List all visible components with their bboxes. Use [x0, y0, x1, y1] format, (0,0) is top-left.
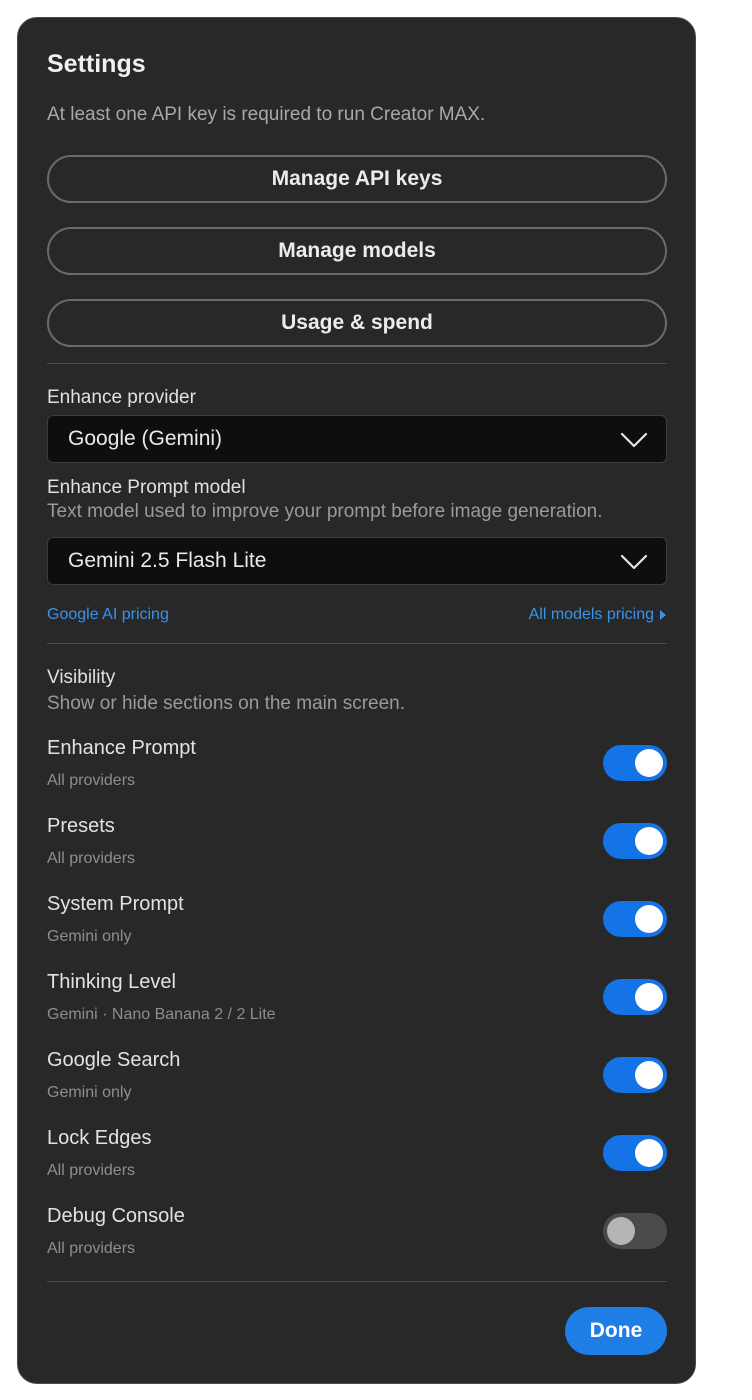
usage-spend-button[interactable]: Usage & spend	[47, 299, 667, 347]
enhance-prompt-model-value: Gemini 2.5 Flash Lite	[68, 549, 267, 572]
toggle-knob	[635, 983, 663, 1011]
enhance-provider-value: Google (Gemini)	[68, 427, 223, 450]
visibility-item-label: System Prompt	[47, 893, 184, 915]
visibility-hint: Show or hide sections on the main screen…	[47, 693, 406, 714]
visibility-item-sub: All providers	[47, 1162, 136, 1179]
visibility-item-sub: Gemini only	[47, 928, 132, 945]
toggle-google-search[interactable]	[603, 1057, 667, 1093]
all-models-pricing-label: All models pricing	[528, 606, 654, 623]
toggle-debug-console[interactable]	[603, 1213, 667, 1249]
visibility-title: Visibility	[47, 667, 116, 688]
settings-dialog: Settings At least one API key is require…	[17, 17, 696, 1384]
visibility-item-label: Debug Console	[47, 1205, 185, 1227]
enhance-prompt-model-hint: Text model used to improve your prompt b…	[47, 501, 603, 522]
toggle-system-prompt[interactable]	[603, 901, 667, 937]
toggle-knob	[635, 1139, 663, 1167]
toggle-thinking-level[interactable]	[603, 979, 667, 1015]
toggle-enhance-prompt[interactable]	[603, 745, 667, 781]
dialog-title: Settings	[47, 50, 146, 78]
triangle-right-icon	[660, 610, 666, 620]
manage-api-keys-button[interactable]: Manage API keys	[47, 155, 667, 203]
dialog-subtitle: At least one API key is required to run …	[47, 104, 486, 125]
divider	[47, 643, 667, 644]
visibility-item-label: Presets	[47, 815, 115, 837]
visibility-item-sub: All providers	[47, 1240, 136, 1257]
google-ai-pricing-link[interactable]: Google AI pricing	[47, 606, 169, 624]
all-models-pricing-link[interactable]: All models pricing	[529, 606, 666, 624]
enhance-provider-label: Enhance provider	[47, 387, 196, 408]
toggle-presets[interactable]	[603, 823, 667, 859]
toggle-knob	[635, 905, 663, 933]
toggle-knob	[635, 1061, 663, 1089]
chevron-down-icon	[620, 554, 648, 570]
toggle-knob	[607, 1217, 635, 1245]
divider	[47, 1281, 667, 1282]
visibility-item-label: Google Search	[47, 1049, 181, 1071]
enhance-prompt-model-select[interactable]: Gemini 2.5 Flash Lite	[47, 537, 667, 585]
visibility-item-label: Thinking Level	[47, 971, 176, 993]
done-button[interactable]: Done	[565, 1307, 667, 1355]
visibility-item-label: Lock Edges	[47, 1127, 152, 1149]
divider	[47, 363, 667, 364]
visibility-item-sub: Gemini only	[47, 1084, 132, 1101]
visibility-item-sub: All providers	[47, 850, 136, 867]
chevron-down-icon	[620, 432, 648, 448]
toggle-knob	[635, 749, 663, 777]
visibility-item-label: Enhance Prompt	[47, 737, 196, 759]
toggle-knob	[635, 827, 663, 855]
manage-models-button[interactable]: Manage models	[47, 227, 667, 275]
visibility-item-sub: Gemini · Nano Banana 2 / 2 Lite	[47, 1006, 276, 1023]
toggle-lock-edges[interactable]	[603, 1135, 667, 1171]
enhance-prompt-model-label: Enhance Prompt model	[47, 477, 246, 498]
visibility-item-sub: All providers	[47, 772, 136, 789]
enhance-provider-select[interactable]: Google (Gemini)	[47, 415, 667, 463]
